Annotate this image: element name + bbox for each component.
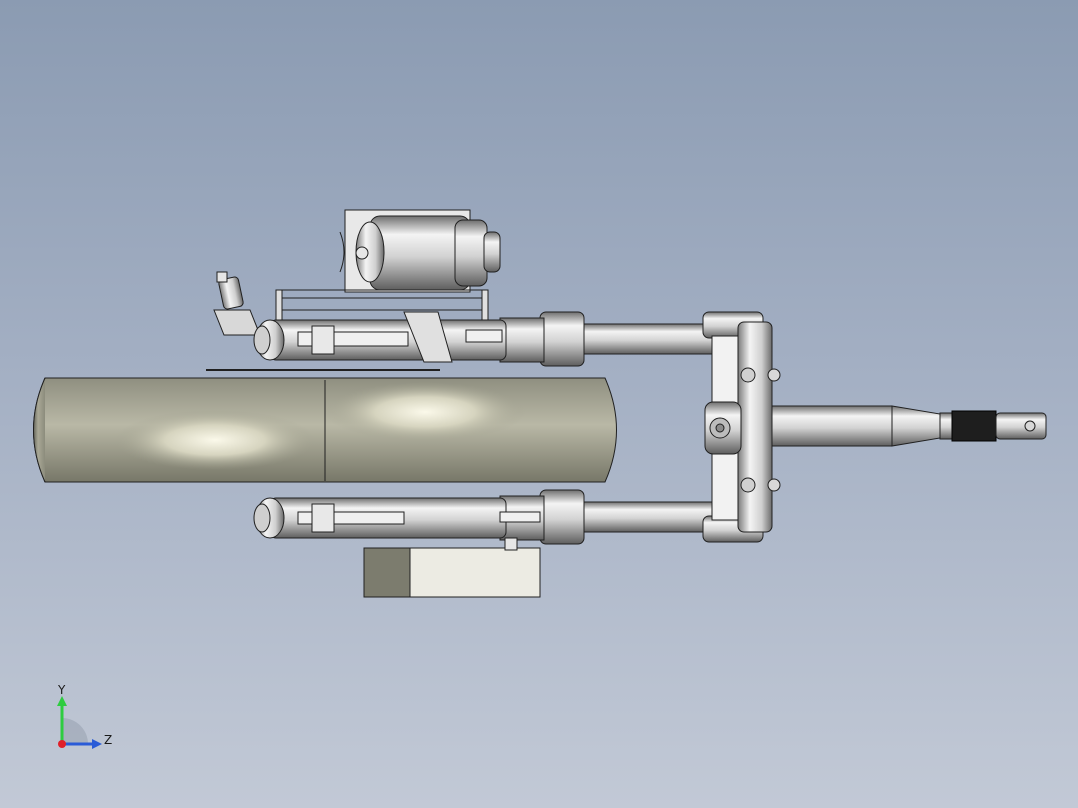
- fork-crown[interactable]: [702, 311, 781, 543]
- z-axis-label: Z: [104, 733, 112, 747]
- motor[interactable]: [339, 209, 501, 293]
- y-axis-label: Y: [57, 683, 66, 697]
- sensor[interactable]: [213, 271, 261, 336]
- battery-block[interactable]: [363, 537, 541, 598]
- origin-icon: [58, 740, 66, 748]
- steerer-tube[interactable]: [771, 405, 1047, 447]
- upper-fork-leg[interactable]: [206, 311, 717, 371]
- lower-fork-leg[interactable]: [253, 489, 717, 545]
- cad-viewport[interactable]: Y Z: [0, 0, 1078, 808]
- axis-triad: Y Z: [57, 683, 112, 749]
- tire[interactable]: [33, 377, 617, 483]
- fork-assembly-model[interactable]: [0, 0, 1078, 808]
- motor-bracket[interactable]: [275, 289, 489, 321]
